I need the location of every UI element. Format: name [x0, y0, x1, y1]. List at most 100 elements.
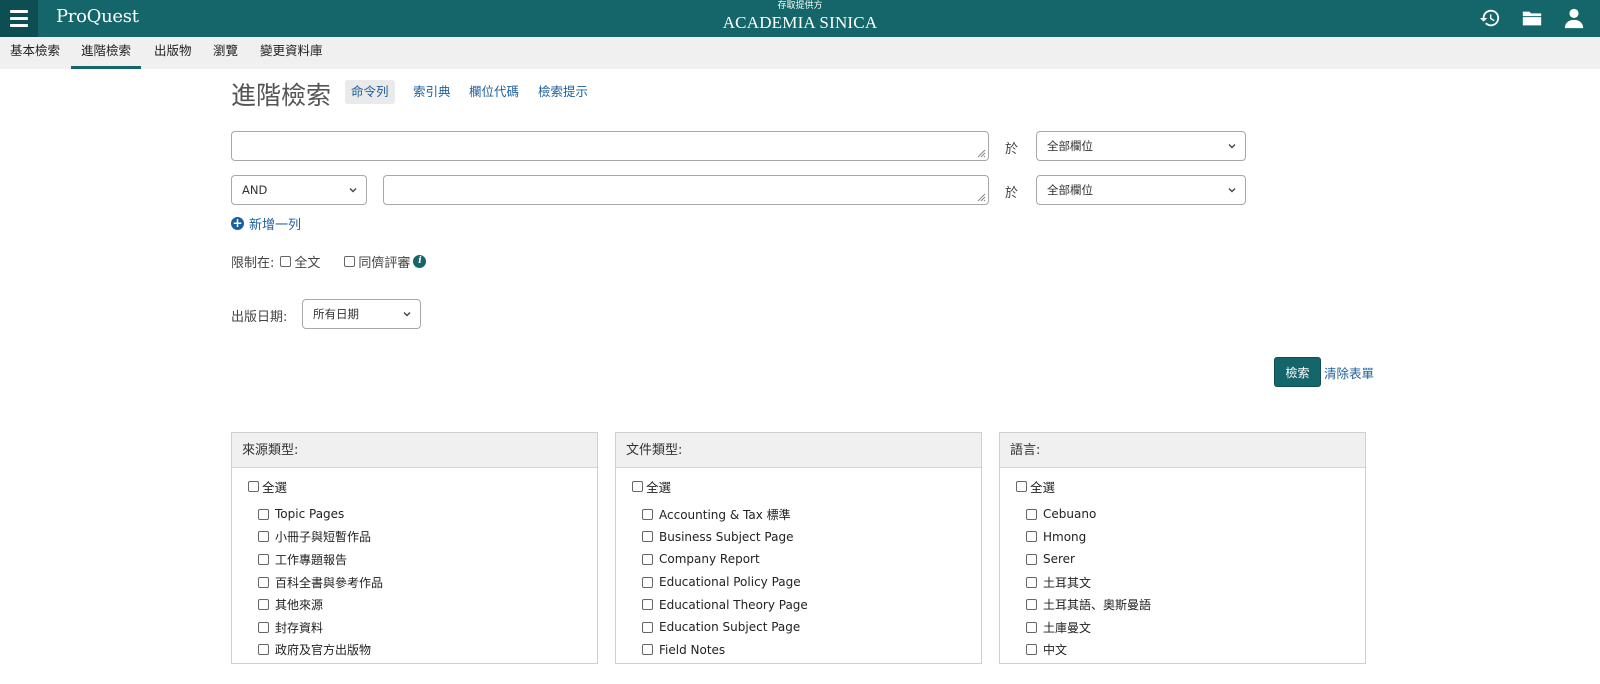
list-item[interactable]: 中文 — [1026, 639, 1151, 662]
option-checkbox[interactable] — [258, 531, 269, 543]
list-item[interactable]: 工作專題報告 — [258, 548, 383, 571]
list-item[interactable]: 小冊子與短暫作品 — [258, 526, 383, 549]
option-checkbox[interactable] — [642, 531, 653, 543]
tab-basic-search[interactable]: 基本檢索 — [0, 37, 70, 69]
option-checkbox[interactable] — [642, 553, 653, 565]
list-item[interactable]: Field Notes — [642, 639, 808, 662]
option-checkbox[interactable] — [258, 621, 269, 633]
list-item[interactable]: Topic Pages — [258, 503, 383, 526]
field-select-row-2[interactable]: 全部欄位 — [1036, 175, 1246, 205]
select-all-option[interactable]: 全選 — [248, 477, 287, 496]
option-label[interactable]: 土耳其語、奧斯曼語 — [1043, 596, 1151, 613]
select-all-option[interactable]: 全選 — [1016, 477, 1055, 496]
tab-advanced-search[interactable]: 進階檢索 — [71, 37, 142, 69]
list-item[interactable]: Company Report — [642, 548, 808, 571]
option-label[interactable]: Serer — [1043, 552, 1075, 566]
select-all-checkbox[interactable] — [632, 481, 643, 492]
select-all-option[interactable]: 全選 — [632, 477, 671, 496]
select-all-label[interactable]: 全選 — [262, 477, 287, 496]
publication-date-select[interactable]: 所有日期 — [302, 299, 421, 329]
list-item[interactable]: 政府及官方出版物 — [258, 639, 383, 662]
option-label[interactable]: Hmong — [1043, 530, 1086, 544]
clear-form-link[interactable]: 清除表單 — [1324, 363, 1374, 382]
option-label[interactable]: 工作專題報告 — [275, 551, 347, 568]
option-label[interactable]: Company Report — [659, 552, 760, 566]
peer-reviewed-label[interactable]: 同儕評審 — [358, 252, 410, 271]
search-tips-link[interactable]: 檢索提示 — [532, 80, 594, 104]
tab-change-databases[interactable]: 變更資料庫 — [250, 37, 333, 69]
option-checkbox[interactable] — [258, 644, 269, 656]
folder-icon[interactable] — [1520, 6, 1544, 30]
select-all-label[interactable]: 全選 — [1030, 477, 1055, 496]
list-item[interactable]: Business Subject Page — [642, 526, 808, 549]
option-label[interactable]: 百科全書與參考作品 — [275, 574, 383, 591]
option-label[interactable]: Accounting & Tax 標準 — [659, 506, 791, 523]
option-checkbox[interactable] — [258, 576, 269, 588]
list-item[interactable]: 土耳其文 — [1026, 571, 1151, 594]
option-label[interactable]: 中文 — [1043, 641, 1067, 658]
full-text-checkbox[interactable] — [280, 256, 292, 267]
field-select-row-1[interactable]: 全部欄位 — [1036, 131, 1246, 161]
option-checkbox[interactable] — [258, 599, 269, 611]
list-item[interactable]: Educational Theory Page — [642, 593, 808, 616]
add-row-button[interactable]: + 新增一列 — [231, 214, 301, 233]
option-label[interactable]: Business Subject Page — [659, 530, 793, 544]
option-label[interactable]: Topic Pages — [275, 507, 344, 521]
option-checkbox[interactable] — [258, 508, 269, 520]
option-label[interactable]: 其他來源 — [275, 596, 323, 613]
option-label[interactable]: 政府及官方出版物 — [275, 641, 371, 658]
option-checkbox[interactable] — [1026, 644, 1037, 656]
option-checkbox[interactable] — [1026, 621, 1037, 633]
list-item[interactable]: Hmong — [1026, 526, 1151, 549]
list-item[interactable]: 封存資料 — [258, 616, 383, 639]
option-label[interactable]: 土耳其文 — [1043, 574, 1091, 591]
option-checkbox[interactable] — [642, 576, 653, 588]
search-input-row-1[interactable] — [231, 131, 989, 161]
option-checkbox[interactable] — [1026, 553, 1037, 565]
thesaurus-link[interactable]: 索引典 — [407, 80, 457, 104]
command-line-link[interactable]: 命令列 — [345, 80, 395, 104]
option-label[interactable]: 土庫曼文 — [1043, 619, 1091, 636]
select-all-checkbox[interactable] — [248, 481, 259, 492]
search-input-row-2[interactable] — [383, 175, 989, 205]
search-button[interactable]: 檢索 — [1274, 357, 1321, 387]
list-item[interactable]: 土庫曼文 — [1026, 616, 1151, 639]
list-item[interactable]: Cebuano — [1026, 503, 1151, 526]
tab-publications[interactable]: 出版物 — [144, 37, 202, 69]
option-label[interactable]: Education Subject Page — [659, 620, 800, 634]
list-item[interactable]: Accounting & Tax 標準 — [642, 503, 808, 526]
option-label[interactable]: Cebuano — [1043, 507, 1096, 521]
option-checkbox[interactable] — [642, 508, 653, 520]
option-checkbox[interactable] — [642, 599, 653, 611]
list-item[interactable]: 百科全書與參考作品 — [258, 571, 383, 594]
list-item[interactable]: Education Subject Page — [642, 616, 808, 639]
option-checkbox[interactable] — [642, 621, 653, 633]
field-codes-link[interactable]: 欄位代碼 — [463, 80, 525, 104]
option-label[interactable]: Educational Policy Page — [659, 575, 801, 589]
info-icon[interactable]: i — [413, 255, 427, 268]
option-checkbox[interactable] — [258, 553, 269, 565]
resize-grip-icon[interactable] — [976, 192, 986, 202]
option-label[interactable]: Field Notes — [659, 643, 725, 657]
tab-browse[interactable]: 瀏覽 — [203, 37, 248, 69]
option-checkbox[interactable] — [1026, 508, 1037, 520]
history-icon[interactable] — [1478, 6, 1502, 30]
list-item[interactable]: Serer — [1026, 548, 1151, 571]
list-item[interactable]: 其他來源 — [258, 593, 383, 616]
resize-grip-icon[interactable] — [976, 148, 986, 158]
option-checkbox[interactable] — [642, 644, 653, 656]
option-label[interactable]: 封存資料 — [275, 619, 323, 636]
list-item[interactable]: Educational Policy Page — [642, 571, 808, 594]
option-checkbox[interactable] — [1026, 531, 1037, 543]
operator-select-row-2[interactable]: AND — [231, 175, 367, 205]
option-checkbox[interactable] — [1026, 599, 1037, 611]
select-all-checkbox[interactable] — [1016, 481, 1027, 492]
list-item[interactable]: 土耳其語、奧斯曼語 — [1026, 593, 1151, 616]
full-text-label[interactable]: 全文 — [294, 252, 320, 271]
select-all-label[interactable]: 全選 — [646, 477, 671, 496]
peer-reviewed-checkbox[interactable] — [344, 256, 356, 267]
option-label[interactable]: 小冊子與短暫作品 — [275, 528, 371, 545]
option-label[interactable]: Educational Theory Page — [659, 598, 808, 612]
option-checkbox[interactable] — [1026, 576, 1037, 588]
user-icon[interactable] — [1562, 6, 1586, 30]
